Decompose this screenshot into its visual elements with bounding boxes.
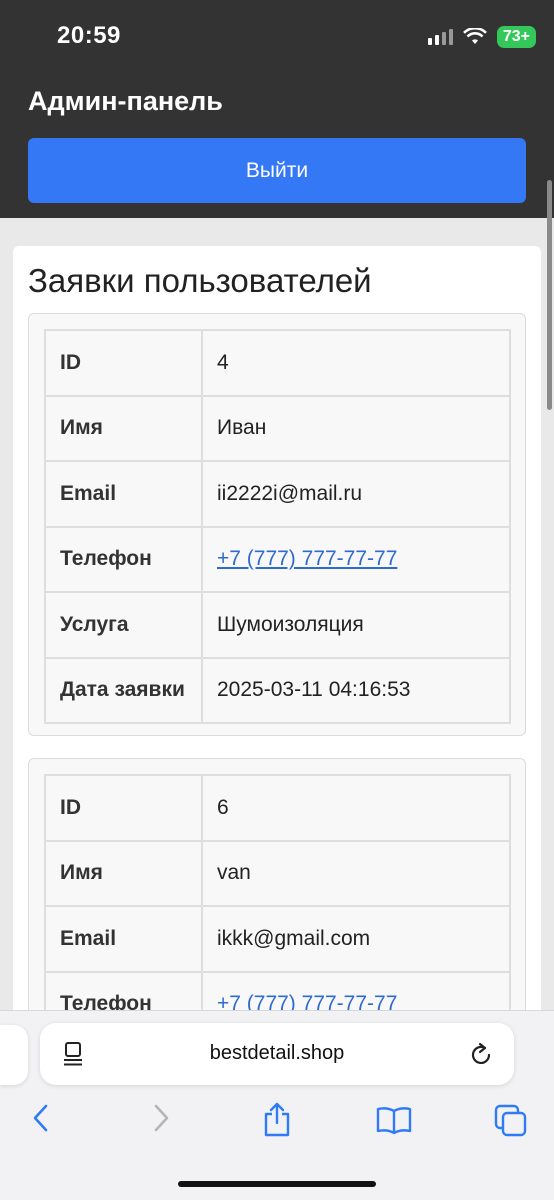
table-row: Телефон +7 (777) 777-77-77 (44, 525, 511, 593)
scroll-indicator[interactable] (547, 180, 552, 410)
field-value: van (201, 839, 511, 907)
table-row: ID 6 (44, 774, 511, 842)
address-bar[interactable]: bestdetail.shop (40, 1023, 514, 1085)
field-value: +7 (777) 777-77-77 (201, 525, 511, 593)
phone-link[interactable]: +7 (777) 777-77-77 (217, 547, 397, 570)
forward-icon[interactable] (150, 1103, 172, 1133)
table-row: ID 4 (44, 329, 511, 397)
field-value: 6 (201, 774, 511, 842)
table-row: Имя van (44, 839, 511, 907)
logout-button[interactable]: Выйти (28, 138, 526, 203)
page-title: Админ-панель (28, 86, 223, 116)
field-label: Услуга (44, 591, 203, 659)
tabs-icon[interactable] (494, 1104, 528, 1138)
back-icon[interactable] (30, 1103, 52, 1133)
section-title: Заявки пользователей (28, 262, 372, 299)
table-row: Email ii2222i@mail.ru (44, 460, 511, 528)
field-label: Имя (44, 839, 203, 907)
table-row: Имя Иван (44, 394, 511, 462)
browser-toolbar: bestdetail.shop (0, 1010, 554, 1200)
field-value: 2025-03-11 04:16:53 (201, 656, 511, 724)
share-icon[interactable] (261, 1101, 293, 1137)
field-value: 4 (201, 329, 511, 397)
table-row: Дата заявки 2025-03-11 04:16:53 (44, 656, 511, 724)
field-label: Дата заявки (44, 656, 203, 724)
battery-indicator: 73+ (496, 26, 536, 48)
field-value: Шумоизоляция (201, 591, 511, 659)
home-indicator[interactable] (178, 1181, 376, 1187)
field-value: ii2222i@mail.ru (201, 460, 511, 528)
table-row: Email ikkk@gmail.com (44, 905, 511, 973)
wifi-icon (462, 28, 487, 44)
reload-icon[interactable] (468, 1040, 494, 1068)
cellular-signal-icon (427, 29, 453, 45)
request-table: ID 6 Имя van Email ikkk@gmail.com Телефон +7… (44, 774, 511, 1038)
field-label: ID (44, 329, 203, 397)
bookmarks-icon[interactable] (376, 1105, 412, 1135)
status-time: 20:59 (57, 22, 121, 49)
field-label: Email (44, 905, 203, 973)
url-text: bestdetail.shop (209, 1042, 345, 1064)
field-label: Телефон (44, 525, 203, 593)
app-header: 20:59 73+ Админ-панель Выйти (0, 0, 554, 218)
status-icons: 73+ (427, 24, 536, 50)
request-table: ID 4 Имя Иван Email ii2222i@mail.ru Телефон… (44, 329, 511, 724)
field-label: Email (44, 460, 203, 528)
field-value: Иван (201, 394, 511, 462)
field-label: ID (44, 774, 203, 842)
previous-tab-preview[interactable] (0, 1025, 28, 1085)
table-row: Услуга Шумоизоляция (44, 591, 511, 659)
request-card: ID 4 Имя Иван Email ii2222i@mail.ru Телефон… (28, 313, 526, 736)
requests-panel: Заявки пользователей ID 4 Имя Иван Email ii… (13, 246, 541, 1058)
field-value: ikkk@gmail.com (201, 905, 511, 973)
field-label: Имя (44, 394, 203, 462)
